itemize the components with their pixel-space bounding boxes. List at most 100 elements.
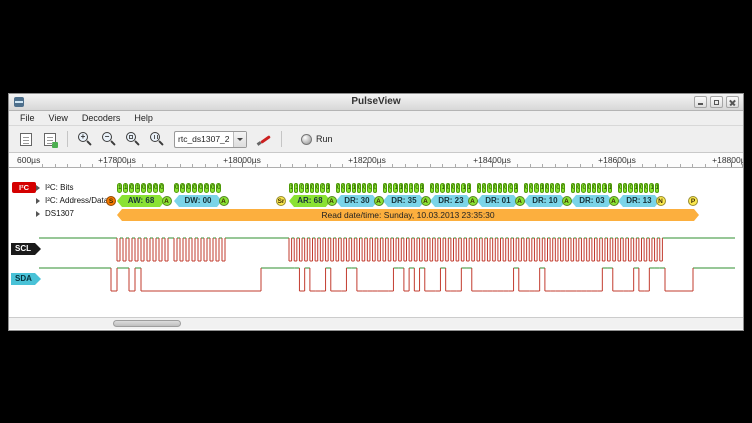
- zoom-out-button[interactable]: [98, 128, 120, 150]
- trace-area[interactable]: I²C I²C: Bits I²C: Address/Data DS1307 1…: [9, 168, 743, 317]
- ruler-tick-minor: [105, 164, 106, 167]
- i2c-bit-annotation: 1: [540, 183, 544, 193]
- i2c-bit-annotation: 0: [618, 183, 622, 193]
- titlebar[interactable]: PulseView: [9, 94, 743, 111]
- run-indicator-icon: [301, 134, 312, 145]
- i2c-bit-annotation: 1: [461, 183, 465, 193]
- i2c-bit-annotation: 1: [393, 183, 397, 193]
- menu-decoders[interactable]: Decoders: [75, 112, 128, 124]
- ruler-tick-minor: [655, 164, 656, 167]
- i2c-bit-annotation: 0: [597, 183, 601, 193]
- i2c-bit-annotation: 0: [482, 183, 486, 193]
- i2c-bit-annotation: 0: [341, 183, 345, 193]
- i2c-bit-annotation: 0: [210, 183, 215, 193]
- i2c-byte-annotation: DR: 13: [618, 195, 660, 207]
- i2c-bit-annotation: 0: [192, 183, 197, 193]
- i2c-bit-annotation: 1: [326, 183, 330, 193]
- i2c-bit-annotation: 0: [644, 183, 648, 193]
- ruler-scale-label: 600µs: [17, 155, 40, 165]
- run-label: Run: [316, 134, 333, 144]
- open-file-button[interactable]: [15, 128, 37, 150]
- zoom-in-button[interactable]: [74, 128, 96, 150]
- ruler-tick-minor: [280, 164, 281, 167]
- save-button[interactable]: [39, 128, 61, 150]
- i2c-bit-annotation: 1: [346, 183, 350, 193]
- i2c-bit-annotation: 0: [628, 183, 632, 193]
- i2c-bit-annotation: 1: [467, 183, 471, 193]
- ruler-tick-minor: [480, 164, 481, 167]
- menubar: File View Decoders Help: [9, 111, 743, 126]
- ruler-tick-minor: [267, 164, 268, 167]
- i2c-ack-annotation: A: [327, 196, 337, 206]
- i2c-bit-annotation: 0: [362, 183, 366, 193]
- ruler-tick-minor: [192, 164, 193, 167]
- ruler-tick-major: [617, 162, 618, 167]
- i2c-bit-annotation: 1: [649, 183, 653, 193]
- i2c-bit-annotation: 0: [639, 183, 643, 193]
- i2c-bit-annotation: 0: [367, 183, 371, 193]
- i2c-ack-annotation: A: [468, 196, 478, 206]
- i2c-bit-annotation: 0: [147, 183, 152, 193]
- i2c-bit-annotation: 0: [320, 183, 324, 193]
- i2c-bit-annotation: 0: [487, 183, 491, 193]
- i2c-bit-annotation: 1: [123, 183, 128, 193]
- i2c-bit-annotation: 0: [498, 183, 502, 193]
- window-controls: [694, 96, 739, 108]
- i2c-bit-annotation: 1: [135, 183, 140, 193]
- i2c-bit-annotation: 0: [576, 183, 580, 193]
- save-badge-icon: [52, 142, 58, 148]
- probe-config-button[interactable]: [253, 128, 275, 150]
- close-button[interactable]: [726, 96, 739, 108]
- ruler-tick-minor: [705, 164, 706, 167]
- i2c-bit-annotation: 0: [592, 183, 596, 193]
- ruler-tick-minor: [505, 164, 506, 167]
- ruler-tick-minor: [517, 164, 518, 167]
- ruler-tick-minor: [430, 164, 431, 167]
- i2c-bit-annotation: 0: [545, 183, 549, 193]
- menu-file[interactable]: File: [13, 112, 42, 124]
- i2c-restart-annotation: Sr: [276, 196, 286, 206]
- menu-view[interactable]: View: [42, 112, 75, 124]
- i2c-bit-annotation: 0: [623, 183, 627, 193]
- i2c-bit-annotation: 0: [198, 183, 203, 193]
- i2c-bit-annotation: 0: [357, 183, 361, 193]
- session-select[interactable]: rtc_ds1307_2: [174, 131, 247, 148]
- ruler-tick-minor: [167, 164, 168, 167]
- i2c-bit-annotation: 0: [581, 183, 585, 193]
- i2c-bit-annotation: 1: [608, 183, 612, 193]
- ruler-tick-minor: [555, 164, 556, 167]
- ruler-tick-minor: [305, 164, 306, 167]
- i2c-bit-annotation: 0: [414, 183, 418, 193]
- ruler-tick-minor: [317, 164, 318, 167]
- ruler-tick-minor: [667, 164, 668, 167]
- ruler-tick-minor: [567, 164, 568, 167]
- minimize-button[interactable]: [694, 96, 707, 108]
- i2c-bit-annotation: 0: [456, 183, 460, 193]
- i2c-bit-annotation: 1: [655, 183, 659, 193]
- ruler-tick-minor: [155, 164, 156, 167]
- ruler-tick-minor: [467, 164, 468, 167]
- timeline-ruler[interactable]: 600µs +17800µs+18000µs+18200µs+18400µs+1…: [9, 153, 743, 168]
- run-button[interactable]: Run: [294, 132, 340, 147]
- i2c-bit-annotation: 1: [399, 183, 403, 193]
- ruler-tick-minor: [180, 164, 181, 167]
- ruler-tick-minor: [692, 164, 693, 167]
- zoom-fit-icon: [125, 131, 141, 147]
- i2c-bit-annotation: 0: [503, 183, 507, 193]
- zoom-one-to-one-button[interactable]: [146, 128, 168, 150]
- maximize-button[interactable]: [710, 96, 723, 108]
- horizontal-scrollbar[interactable]: [9, 317, 743, 329]
- scrollbar-thumb[interactable]: [113, 320, 181, 327]
- signal-tag-scl[interactable]: SCL: [11, 243, 41, 255]
- menu-help[interactable]: Help: [127, 112, 160, 124]
- i2c-bit-annotation: 0: [388, 183, 392, 193]
- ruler-tick-minor: [442, 164, 443, 167]
- window-title: PulseView: [9, 96, 743, 107]
- zoom-fit-button[interactable]: [122, 128, 144, 150]
- ruler-tick-minor: [292, 164, 293, 167]
- i2c-bit-annotation: 0: [204, 183, 209, 193]
- i2c-bit-annotation: 0: [404, 183, 408, 193]
- i2c-bit-annotation: 1: [305, 183, 309, 193]
- signal-tag-sda[interactable]: SDA: [11, 273, 41, 285]
- i2c-bit-annotation: 0: [129, 183, 134, 193]
